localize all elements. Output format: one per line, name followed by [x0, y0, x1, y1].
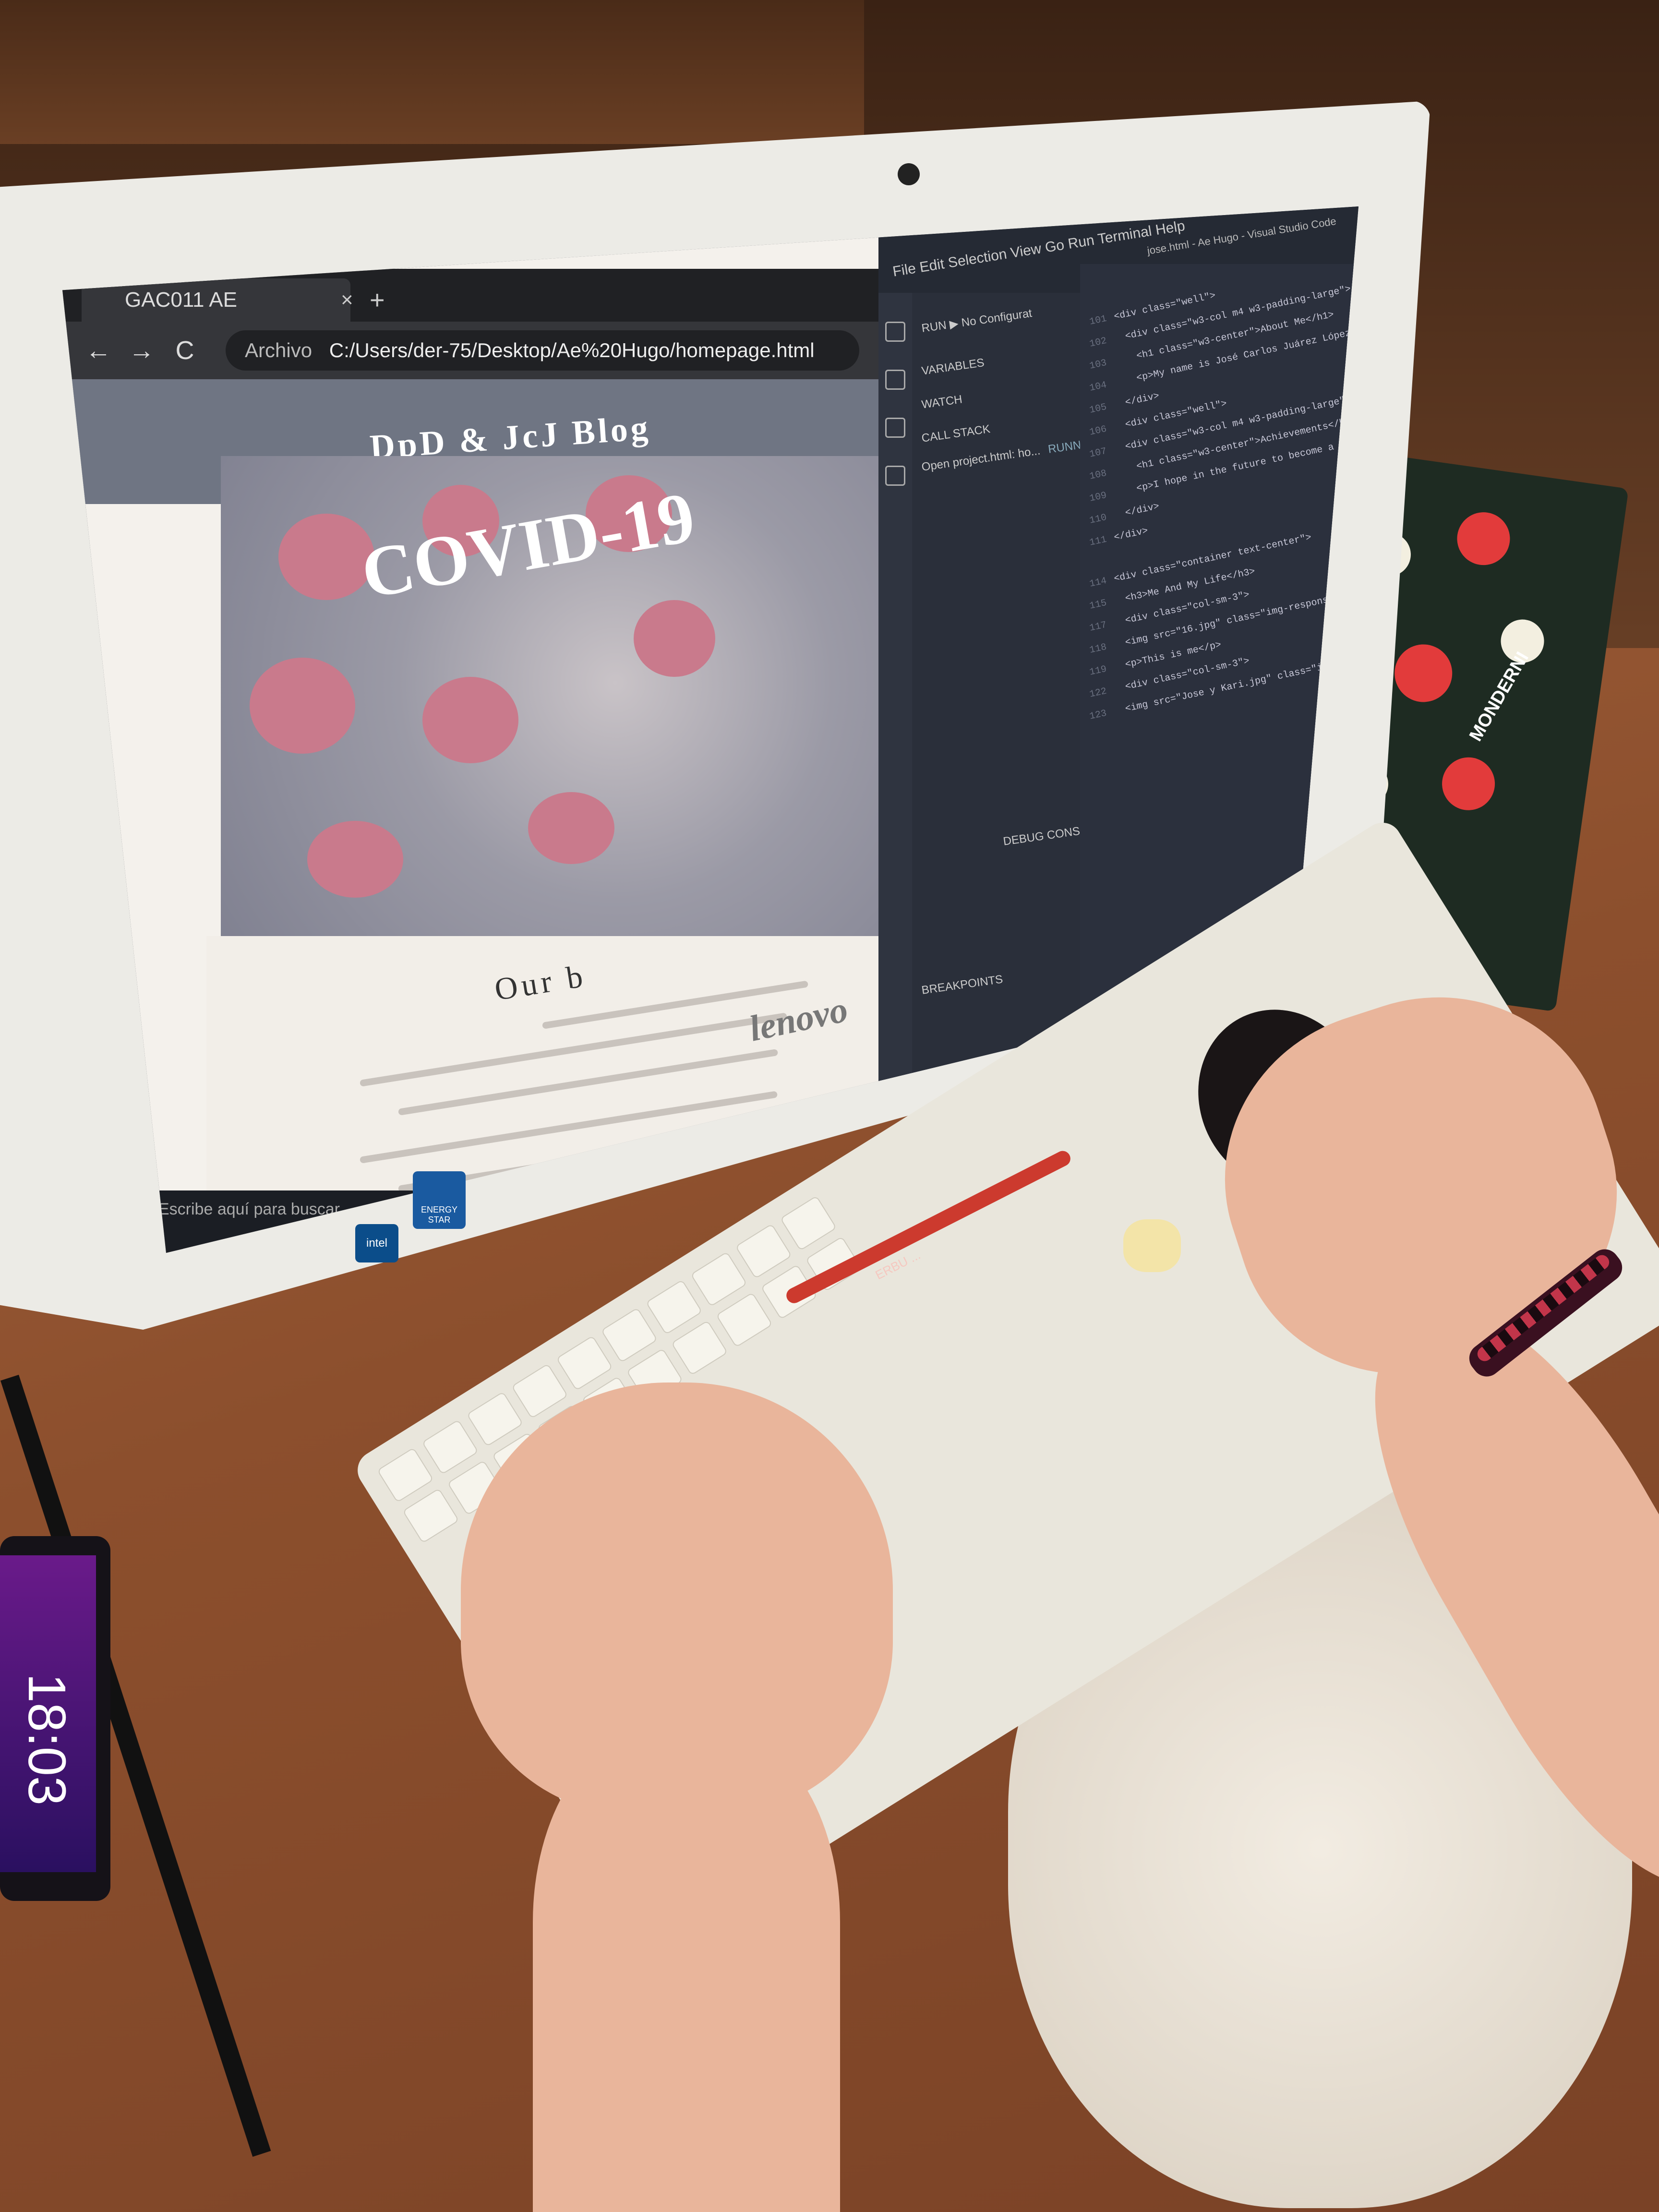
- url-scheme-label: Archivo: [245, 339, 313, 361]
- intel-sticker: intel: [355, 1224, 398, 1262]
- line-number: 105: [1088, 401, 1108, 416]
- line-number: 114: [1088, 575, 1108, 590]
- keyboard-key[interactable]: [556, 1335, 613, 1391]
- line-number: 102: [1088, 335, 1108, 350]
- config-select[interactable]: No Configurat: [961, 307, 1033, 329]
- line-number: 123: [1088, 708, 1108, 722]
- keyboard-key[interactable]: [716, 1292, 773, 1348]
- desk-scene: MONDERNI GAC011 AE × + ← → C Archivo C:/…: [0, 0, 1659, 2212]
- line-number: 119: [1088, 663, 1108, 678]
- url-input[interactable]: Archivo C:/Users/der-75/Desktop/Ae%20Hug…: [226, 330, 859, 371]
- eraser-piece: [1123, 1219, 1181, 1272]
- section-watch[interactable]: WATCH: [921, 393, 963, 412]
- search-icon[interactable]: [885, 322, 905, 342]
- smartphone[interactable]: 18:03: [0, 1536, 110, 1901]
- reload-icon[interactable]: C: [168, 331, 202, 370]
- line-number: 106: [1088, 423, 1108, 438]
- keyboard-key[interactable]: [690, 1251, 747, 1307]
- code-text: </div>: [1113, 390, 1161, 411]
- line-number: 118: [1088, 641, 1108, 656]
- line-number: 104: [1088, 379, 1108, 394]
- browser-window: GAC011 AE × + ← → C Archivo C:/Users/der…: [62, 206, 878, 1253]
- vscode-debug-sidebar: RUN ▶ No Configurat VARIABLES WATCH CALL…: [912, 293, 1104, 1109]
- line-number: 111: [1088, 534, 1108, 549]
- forward-icon[interactable]: →: [125, 331, 158, 370]
- wooden-cabinet: [0, 0, 864, 144]
- code-text: </div>: [1113, 525, 1149, 543]
- taskbar-search-input[interactable]: Escribe aquí para buscar: [158, 1200, 340, 1219]
- section-call-stack[interactable]: CALL STACK: [921, 422, 991, 445]
- virus-spike: [250, 658, 355, 754]
- code-line: 110 </div>: [1089, 501, 1161, 526]
- extensions-icon[interactable]: [885, 466, 905, 486]
- left-hand: [461, 1382, 893, 1815]
- run-button[interactable]: RUN ▶ No Configurat: [921, 306, 1033, 336]
- keyboard-key[interactable]: [645, 1279, 703, 1335]
- keyboard-key[interactable]: [421, 1419, 479, 1475]
- back-icon[interactable]: ←: [82, 331, 115, 370]
- keyboard-key[interactable]: [377, 1447, 434, 1503]
- virus-spike: [422, 677, 518, 763]
- flower: [1454, 509, 1514, 569]
- vscode-activity-bar: [878, 293, 912, 1157]
- line-number: 122: [1088, 685, 1108, 700]
- line-number: 109: [1088, 490, 1108, 505]
- keyboard-key[interactable]: [601, 1307, 658, 1363]
- webcam-icon: [898, 163, 920, 185]
- section-breakpoints[interactable]: BREAKPOINTS: [921, 973, 1004, 997]
- line-number: 107: [1088, 445, 1108, 460]
- new-tab-button[interactable]: +: [370, 278, 385, 322]
- keyboard-key[interactable]: [780, 1195, 837, 1251]
- keyboard-key[interactable]: [466, 1391, 524, 1447]
- close-icon[interactable]: ×: [341, 278, 353, 322]
- run-label: RUN: [921, 318, 948, 335]
- debug-icon[interactable]: [885, 418, 905, 438]
- line-number: 108: [1088, 468, 1108, 482]
- play-icon: ▶: [949, 316, 962, 331]
- keyboard-key[interactable]: [735, 1223, 793, 1279]
- section-variables[interactable]: VARIABLES: [921, 356, 985, 378]
- call-stack-name: Open project.html: ho...: [921, 444, 1041, 474]
- line-number: 103: [1088, 357, 1108, 372]
- keyboard-key[interactable]: [402, 1488, 459, 1544]
- code-text: </div>: [1113, 501, 1161, 521]
- keyboard-key[interactable]: [671, 1320, 728, 1376]
- line-number: 101: [1088, 313, 1108, 328]
- line-number: 110: [1088, 512, 1108, 527]
- code-line: 111 </div>: [1089, 525, 1149, 548]
- code-line: 105 </div>: [1089, 390, 1161, 416]
- virus-spike: [307, 821, 403, 898]
- virus-spike: [634, 600, 715, 677]
- phone-clock: 18:03: [17, 1673, 77, 1806]
- url-text: C:/Users/der-75/Desktop/Ae%20Hugo/homepa…: [329, 339, 815, 361]
- address-bar: ← → C Archivo C:/Users/der-75/Desktop/Ae…: [62, 322, 878, 379]
- virus-spike: [528, 792, 614, 864]
- tab-title: GAC011 AE: [125, 288, 237, 312]
- line-number: 117: [1088, 619, 1108, 634]
- energy-star-sticker: ENERGY STAR: [413, 1171, 466, 1229]
- line-number: 115: [1088, 597, 1108, 612]
- keyboard-key[interactable]: [511, 1363, 568, 1419]
- flower: [1438, 754, 1499, 814]
- source-control-icon[interactable]: [885, 370, 905, 390]
- flower: [1391, 640, 1456, 706]
